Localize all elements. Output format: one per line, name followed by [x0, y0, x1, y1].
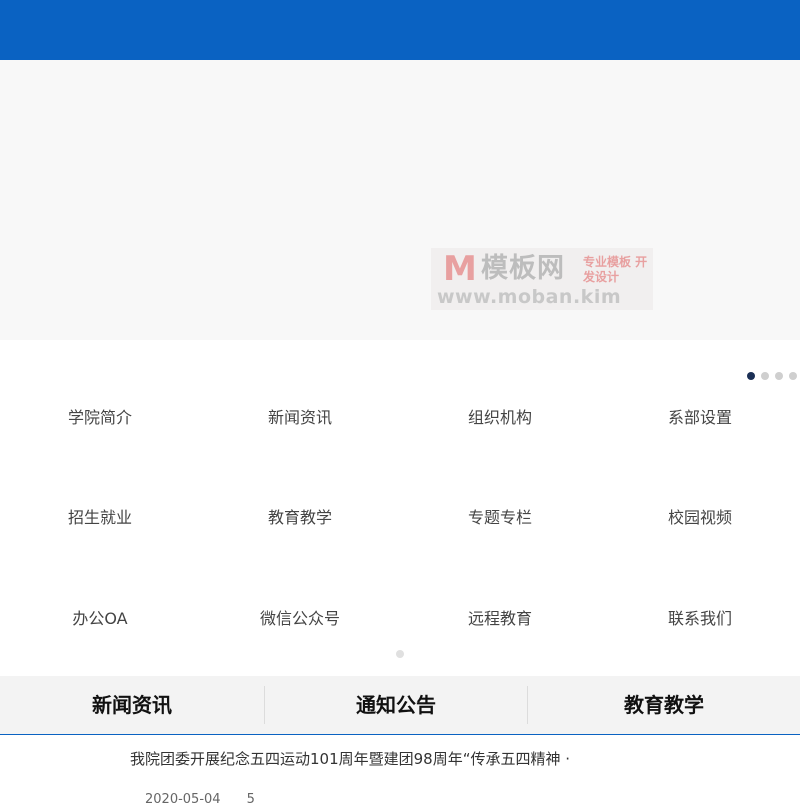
tab-education[interactable]: 教育教学 — [528, 676, 800, 734]
nav-grid-page-dot[interactable] — [396, 650, 404, 658]
watermark-logo-text: 模板网 — [481, 253, 565, 284]
banner-carousel[interactable]: M 模板网 专业模板 开发设计 www.moban.kim — [0, 60, 800, 380]
tab-news[interactable]: 新闻资讯 — [0, 676, 264, 734]
watermark-logo-letter: M — [443, 249, 477, 289]
nav-item-organization[interactable]: 组织机构 — [400, 368, 600, 468]
nav-item-college-intro[interactable]: 学院简介 — [0, 368, 200, 468]
nav-item-special-topics[interactable]: 专题专栏 — [400, 468, 600, 568]
nav-item-news[interactable]: 新闻资讯 — [200, 368, 400, 468]
nav-item-wechat[interactable]: 微信公众号 — [200, 569, 400, 669]
tab-notices[interactable]: 通知公告 — [265, 676, 527, 734]
nav-item-education[interactable]: 教育教学 — [200, 468, 400, 568]
nav-item-admissions[interactable]: 招生就业 — [0, 468, 200, 568]
nav-item-departments[interactable]: 系部设置 — [600, 368, 800, 468]
watermark-url: www.moban.kim — [437, 286, 622, 308]
top-header-bar — [0, 0, 800, 60]
news-item-title[interactable]: 我院团委开展纪念五四运动101周年暨建团98周年“传承五四精神 · — [130, 748, 600, 770]
watermark-tagline: 专业模板 开发设计 — [583, 255, 648, 284]
nav-item-contact[interactable]: 联系我们 — [600, 569, 800, 669]
news-item-meta: 2020-05-04 5 — [145, 791, 255, 809]
moban-watermark-logo: M 模板网 专业模板 开发设计 www.moban.kim — [431, 248, 653, 310]
content-tabs: 新闻资讯 通知公告 教育教学 — [0, 676, 800, 735]
nav-item-office-oa[interactable]: 办公OA — [0, 569, 200, 669]
nav-item-remote-education[interactable]: 远程教育 — [400, 569, 600, 669]
nav-item-campus-video[interactable]: 校园视频 — [600, 468, 800, 568]
